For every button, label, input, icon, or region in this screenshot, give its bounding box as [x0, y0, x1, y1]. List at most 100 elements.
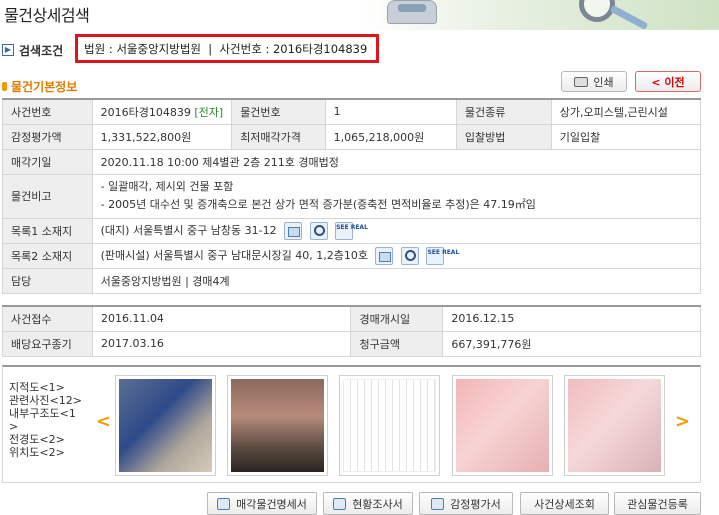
document-icon — [431, 497, 445, 510]
print-button-label: 인쇄 — [593, 75, 614, 89]
list2-address: (판매시설) 서울특별시 중구 남대문시장길 40, 1,2층10호 — [100, 248, 368, 262]
magnifier-icon — [579, 0, 615, 22]
photo-category-panorama[interactable]: 전경도<2> — [9, 433, 91, 446]
page-title: 물건상세검색 — [4, 6, 90, 25]
document-icon — [333, 497, 347, 510]
search-icon[interactable] — [400, 246, 419, 265]
bid-method-value: 기일입찰 — [550, 123, 702, 150]
claim-value: 667,391,776원 — [442, 330, 701, 357]
status-report-label: 현황조사서 — [352, 497, 403, 511]
receipt-value: 2016.11.04 — [91, 305, 352, 332]
item-no-label: 물건번호 — [231, 98, 326, 125]
sale-date-label: 매각기일 — [2, 148, 93, 175]
bid-method-label: 입찰방법 — [455, 123, 552, 150]
watch-register-label: 관심물건등록 — [627, 497, 688, 511]
section-title: 물건기본정보 — [11, 80, 78, 94]
charge-label: 담당 — [2, 267, 93, 294]
photo-category-cadastral[interactable]: 지적도<1> — [9, 381, 91, 394]
status-report-button[interactable]: 현황조사서 — [323, 492, 413, 515]
list2-label: 목록2 소재지 — [2, 242, 93, 269]
section-header: 물건기본정보 — [2, 78, 77, 95]
list1-cell: (대지) 서울특별시 중구 남창동 31-12 SEE REAL — [91, 217, 702, 244]
header-illustration — [359, 0, 719, 30]
magnifier-handle — [609, 5, 649, 30]
sale-date-value: 2020.11.18 10:00 제4별관 2층 211호 경매법정 — [91, 148, 702, 175]
receipt-label: 사건접수 — [2, 305, 93, 332]
remarks-line-1: - 일괄매각, 제시외 건물 포함 — [100, 180, 234, 193]
charge-value: 서울중앙지방법원 | 경매4계 — [91, 267, 702, 294]
photo-category-related[interactable]: 관련사진<12> — [9, 394, 91, 407]
car-icon — [387, 0, 437, 24]
photo-panel: 지적도<1> 관련사진<12> 내부구조도<1 > 전경도<2> 위치도<2> … — [2, 365, 701, 483]
map-icon[interactable] — [284, 221, 303, 240]
appraisal-report-button[interactable]: 감정평가서 — [419, 492, 513, 515]
watch-register-button[interactable]: 관심물건등록 — [614, 492, 701, 515]
case-no-tag: [전자] — [194, 105, 224, 119]
case-detail-label: 사건상세조회 — [534, 497, 595, 511]
claim-label: 청구금액 — [350, 330, 444, 357]
table-row: 목록1 소재지 (대지) 서울특별시 중구 남창동 31-12 SEE REAL — [2, 217, 702, 244]
list1-address: (대지) 서울특별시 중구 남창동 31-12 — [100, 223, 277, 237]
prev-button-label: < 이전 — [651, 75, 685, 89]
see-real-icon[interactable]: SEE REAL — [335, 221, 368, 240]
start-label: 경매개시일 — [350, 305, 444, 332]
list2-cell: (판매시설) 서울특별시 중구 남대문시장길 40, 1,2층10호 SEE R… — [91, 242, 702, 269]
case-info-table: 사건접수 2016.11.04 경매개시일 2016.12.15 배당요구종기 … — [2, 305, 701, 357]
photo-thumbnail[interactable] — [115, 375, 216, 476]
case-no-cell: 2016타경104839 [전자] — [91, 98, 233, 125]
list1-label: 목록1 소재지 — [2, 217, 93, 244]
sale-detail-button[interactable]: 매각물건명세서 — [207, 492, 317, 515]
printer-icon — [574, 76, 589, 87]
search-criteria-box: 법원 : 서울중앙지방법원 | 사건번호 : 2016타경104839 — [75, 34, 379, 63]
table-row: 목록2 소재지 (판매시설) 서울특별시 중구 남대문시장길 40, 1,2층1… — [2, 242, 702, 269]
photo-thumbnail[interactable] — [452, 375, 553, 476]
search-condition-row: ▶ 검색조건 — [2, 40, 69, 60]
map-icon[interactable] — [375, 246, 394, 265]
table-row: 매각기일 2020.11.18 10:00 제4별관 2층 211호 경매법정 — [2, 148, 702, 175]
photo-next-arrow[interactable]: > — [675, 411, 690, 432]
basic-info-table: 사건번호 2016타경104839 [전자] 물건번호 1 물건종류 상가,오피… — [2, 98, 702, 294]
table-row: 사건접수 2016.11.04 경매개시일 2016.12.15 — [2, 305, 701, 332]
table-row: 담당 서울중앙지방법원 | 경매4계 — [2, 267, 702, 294]
item-type-label: 물건종류 — [455, 98, 552, 125]
see-real-icon[interactable]: SEE REAL — [426, 246, 459, 265]
case-no-value: 2016타경104839 — [100, 105, 191, 119]
start-value: 2016.12.15 — [442, 305, 701, 332]
photo-category-interior-cont[interactable]: > — [9, 420, 91, 433]
search-arrow-icon: ▶ — [2, 44, 14, 56]
case-no-label: 사건번호 — [2, 98, 93, 125]
document-icon — [217, 497, 231, 510]
remarks-cell: - 일괄매각, 제시외 건물 포함 - 2005년 대수선 및 증개축으로 본건… — [91, 173, 702, 219]
deadline-value: 2017.03.16 — [91, 330, 352, 357]
search-icon[interactable] — [309, 221, 328, 240]
table-row: 물건비고 - 일괄매각, 제시외 건물 포함 - 2005년 대수선 및 증개축… — [2, 173, 702, 219]
header-band: 물건상세검색 — [0, 0, 719, 30]
table-row: 배당요구종기 2017.03.16 청구금액 667,391,776원 — [2, 330, 701, 357]
photo-thumbnail[interactable] — [227, 375, 328, 476]
item-type-value: 상가,오피스텔,근린시설 — [550, 98, 702, 125]
search-condition-label: 검색조건 — [19, 43, 64, 58]
photo-thumbnail[interactable] — [339, 375, 440, 476]
photo-category-interior[interactable]: 내부구조도<1 — [9, 407, 91, 420]
table-row: 감정평가액 1,331,522,800원 최저매각가격 1,065,218,00… — [2, 123, 702, 150]
appraisal-report-label: 감정평가서 — [450, 497, 501, 511]
photo-category-list: 지적도<1> 관련사진<12> 내부구조도<1 > 전경도<2> 위치도<2> — [9, 381, 91, 459]
deadline-label: 배당요구종기 — [2, 330, 93, 357]
appraisal-value: 1,331,522,800원 — [91, 123, 233, 150]
appraisal-label: 감정평가액 — [2, 123, 93, 150]
min-price-value: 1,065,218,000원 — [324, 123, 457, 150]
section-bullet-icon — [2, 82, 7, 91]
photo-prev-arrow[interactable]: < — [96, 411, 111, 432]
item-no-value: 1 — [324, 98, 457, 125]
remarks-line-2: - 2005년 대수선 및 증개축으로 본건 상가 면적 증가분(증축전 면적비… — [100, 198, 536, 211]
print-button[interactable]: 인쇄 — [561, 71, 627, 92]
prev-button[interactable]: < 이전 — [635, 71, 701, 92]
remarks-label: 물건비고 — [2, 173, 93, 219]
photo-thumbnail[interactable] — [564, 375, 665, 476]
min-price-label: 최저매각가격 — [231, 123, 326, 150]
case-detail-button[interactable]: 사건상세조회 — [520, 492, 609, 515]
search-criteria-text: 법원 : 서울중앙지방법원 | 사건번호 : 2016타경104839 — [84, 41, 368, 56]
table-row: 사건번호 2016타경104839 [전자] 물건번호 1 물건종류 상가,오피… — [2, 98, 702, 125]
photo-category-location[interactable]: 위치도<2> — [9, 446, 91, 459]
sale-detail-label: 매각물건명세서 — [236, 497, 307, 511]
